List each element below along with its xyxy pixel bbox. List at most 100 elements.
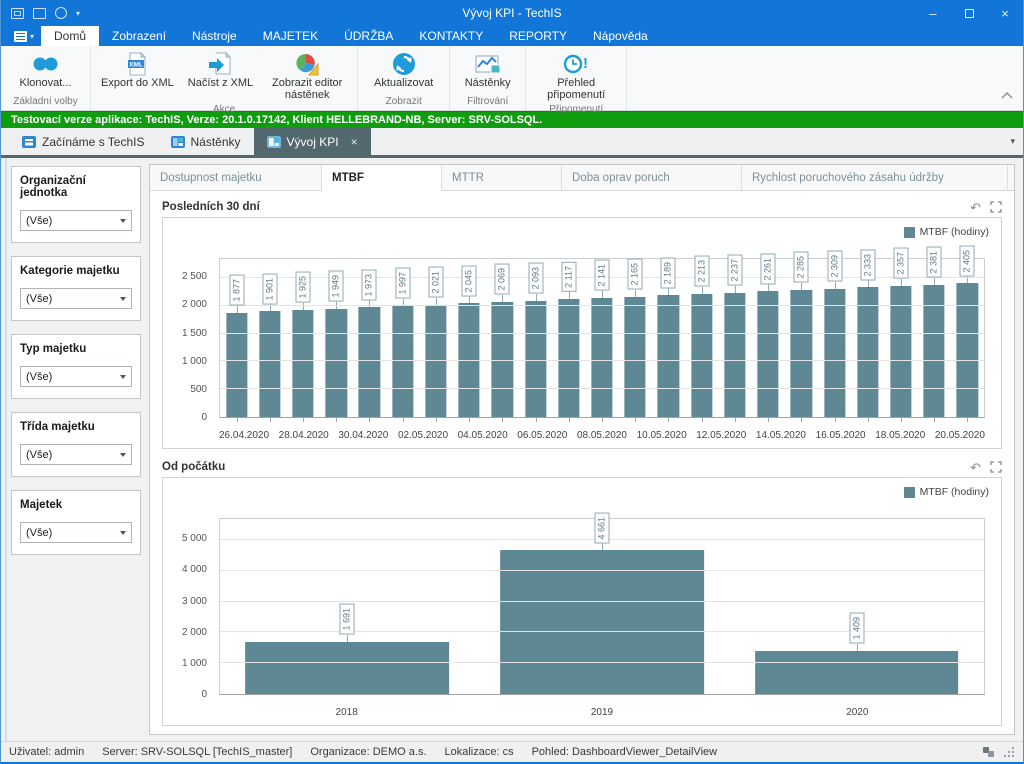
dashboards-icon	[475, 51, 501, 76]
y-tick-label: 0	[201, 412, 207, 423]
minimize-button[interactable]: –	[915, 0, 951, 26]
doc-tab-zaciname[interactable]: Začínáme s TechIS	[9, 128, 158, 155]
bar-value-label: 2 285	[794, 252, 809, 283]
x-tick-label: 2019	[474, 707, 729, 718]
bar[interactable]	[658, 295, 679, 417]
status-indicator-icon[interactable]	[982, 746, 996, 758]
svg-text:XML: XML	[130, 61, 144, 68]
undo-icon[interactable]: ↶	[970, 461, 981, 474]
bar[interactable]	[292, 310, 313, 417]
dashboard-editor-button[interactable]: Zobrazit editor nástěnek	[261, 49, 353, 101]
bar[interactable]	[625, 297, 646, 417]
menu-tab-majetek[interactable]: MAJETEK	[250, 26, 331, 46]
clone-button[interactable]: Klonovat...	[14, 49, 78, 93]
status-server: Server: SRV-SOLSQL [TechIS_master]	[102, 746, 292, 758]
export-xml-button[interactable]: XML Export do XML	[95, 49, 180, 101]
kpi-tab-rychlost[interactable]: Rychlost poruchového zásahu údržby	[742, 165, 1008, 190]
bar[interactable]	[259, 311, 280, 417]
bar-label-connector	[901, 279, 902, 286]
dropdown-arrow-icon[interactable]	[114, 445, 131, 464]
qat-caret-icon[interactable]: ▾	[76, 9, 80, 18]
x-tick-label: 26.04.2020	[219, 430, 269, 441]
bar-slot: 2 333	[851, 259, 884, 417]
menu-tab-zobrazeni[interactable]: Zobrazení	[99, 26, 179, 46]
tab-close-icon[interactable]: ×	[351, 135, 358, 149]
bar-value-label: 2 069	[495, 264, 510, 295]
resize-grip[interactable]	[1004, 747, 1015, 758]
reminders-button[interactable]: ! Přehled připomenutí	[530, 49, 622, 101]
menu-tab-napoveda[interactable]: Nápověda	[580, 26, 661, 46]
close-button[interactable]: ×	[987, 0, 1023, 26]
bar[interactable]	[757, 291, 778, 417]
kpi-tab-dostupnost[interactable]: Dostupnost majetku	[150, 165, 322, 190]
trida-majetku-dropdown[interactable]: (Vše)	[20, 444, 132, 465]
bar[interactable]	[691, 294, 712, 417]
x-tick-label: 16.05.2020	[816, 430, 866, 441]
ribbon-collapse-button[interactable]	[1001, 86, 1013, 104]
dropdown-arrow-icon[interactable]	[114, 211, 131, 230]
document-tab-strip: Začínáme s TechIS Nástěnky Vývoj KPI × ▾	[1, 128, 1023, 158]
bar[interactable]	[226, 313, 247, 417]
bar-slot: 1 997	[386, 259, 419, 417]
bar[interactable]	[392, 306, 413, 417]
bar[interactable]	[326, 309, 347, 417]
typ-majetku-dropdown[interactable]: (Vše)	[20, 366, 132, 387]
bar[interactable]	[558, 299, 579, 417]
dropdown-arrow-icon[interactable]	[114, 523, 131, 542]
qat-refresh-icon[interactable]	[55, 7, 67, 19]
menu-tab-kontakty[interactable]: KONTAKTY	[406, 26, 496, 46]
bar[interactable]	[245, 642, 449, 694]
menu-tab-nastroje[interactable]: Nástroje	[179, 26, 250, 46]
app-menu-caret-icon: ▾	[30, 32, 34, 41]
menu-tab-domu[interactable]: Domů	[41, 26, 99, 46]
bars: 1 8771 9011 9251 9491 9731 9972 0212 045…	[220, 259, 984, 417]
window-title: Vývoj KPI - TechIS	[1, 6, 1023, 20]
y-tick-label: 4 000	[182, 564, 207, 575]
bar-slot: 1 409	[729, 519, 984, 694]
ribbon-group-label: Připomenutí	[530, 101, 622, 118]
bar[interactable]	[525, 301, 546, 417]
kpi-tab-mtbf[interactable]: MTBF	[322, 165, 442, 191]
bar-value-label: 2 261	[761, 254, 776, 285]
undo-icon[interactable]: ↶	[970, 201, 981, 214]
bar[interactable]	[724, 293, 745, 417]
filter-majetek: Majetek (Vše)	[11, 490, 141, 555]
kpi-tab-mttr[interactable]: MTTR	[442, 165, 562, 190]
bar[interactable]	[359, 307, 380, 417]
organizacni-jednotka-dropdown[interactable]: (Vše)	[20, 210, 132, 231]
app-menu-button[interactable]: ▾	[7, 26, 41, 46]
kategorie-majetku-dropdown[interactable]: (Vše)	[20, 288, 132, 309]
tab-list-caret-icon[interactable]: ▾	[1010, 128, 1015, 155]
load-xml-icon	[208, 51, 232, 76]
bar[interactable]	[591, 298, 612, 417]
bar-value-label: 2 045	[462, 266, 477, 297]
expand-icon[interactable]	[990, 461, 1002, 473]
dropdown-arrow-icon[interactable]	[114, 289, 131, 308]
maximize-button[interactable]	[951, 0, 987, 26]
bar[interactable]	[824, 289, 845, 417]
refresh-button[interactable]: Aktualizovat	[368, 49, 439, 93]
bar-label-connector	[702, 287, 703, 294]
bar-slot: 2 261	[752, 259, 785, 417]
qat-document-icon[interactable]	[33, 8, 46, 19]
chart-last-30-days: MTBF (hodiny) 05001 0001 5002 0002 500 1…	[162, 217, 1002, 449]
doc-tab-vyvoj-kpi[interactable]: Vývoj KPI ×	[254, 128, 371, 155]
doc-tab-nastenky[interactable]: Nástěnky	[158, 128, 254, 155]
load-xml-button[interactable]: Načíst z XML	[182, 49, 259, 101]
qat-window-icon[interactable]	[11, 8, 24, 19]
bar-label-connector	[602, 291, 603, 298]
bar[interactable]	[791, 290, 812, 417]
kpi-tab-doba-oprav[interactable]: Doba oprav poruch	[562, 165, 742, 190]
dashboards-button[interactable]: Nástěnky	[459, 49, 517, 93]
dropdown-arrow-icon[interactable]	[114, 367, 131, 386]
menu-tab-reporty[interactable]: REPORTY	[496, 26, 580, 46]
bar[interactable]	[857, 287, 878, 417]
bar-slot: 2 141	[585, 259, 618, 417]
menu-tab-udrzba[interactable]: ÚDRŽBA	[331, 26, 406, 46]
bar-label-connector	[502, 295, 503, 302]
bar[interactable]	[500, 550, 704, 694]
bar[interactable]	[755, 651, 959, 694]
expand-icon[interactable]	[990, 201, 1002, 213]
majetek-dropdown[interactable]: (Vše)	[20, 522, 132, 543]
bar[interactable]	[957, 283, 978, 417]
